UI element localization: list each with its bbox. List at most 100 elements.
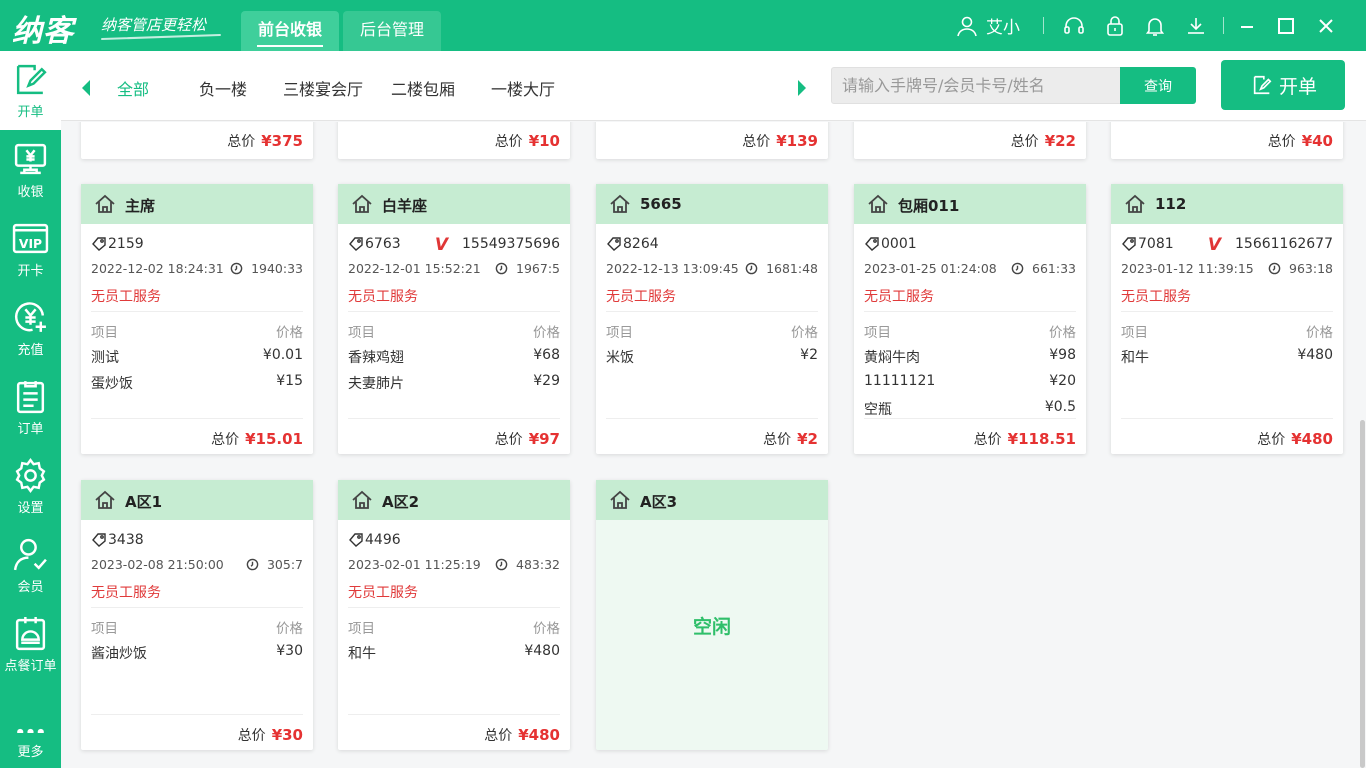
edit-icon <box>16 64 47 95</box>
scroll-left-arrow[interactable] <box>82 80 90 96</box>
divider <box>1223 17 1224 34</box>
staff-status: 无员工服务 <box>91 289 161 305</box>
list-item-price: ¥480 <box>524 643 560 659</box>
sidebar: 开单 收银 VIP 开卡 充值 订单 设置 会员 点餐订单 更多 <box>0 51 61 768</box>
table-name: 5665 <box>640 195 682 213</box>
area-tab-3f-banquet[interactable]: 三楼宴会厅 <box>283 76 363 100</box>
sidebar-item-label: 会员 <box>17 580 44 595</box>
table-card[interactable]: A区2 4496 2023-02-01 11:25:19 483:32 无员工服务 项目 价… <box>338 480 570 750</box>
clock-icon <box>495 558 508 571</box>
table-card[interactable]: 5665 8264 2022-12-13 13:09:45 1681:48 无员工服务项… <box>596 184 828 454</box>
card-header: 包厢011 <box>854 184 1086 224</box>
sidebar-item-orders[interactable]: 订单 <box>0 368 61 447</box>
scrollbar[interactable] <box>1360 420 1365 768</box>
price-column-header: 价格 <box>533 621 560 637</box>
table-card[interactable]: 总价 ¥40 <box>1111 122 1343 159</box>
maximize-icon[interactable] <box>1274 14 1298 38</box>
open-time: 2022-12-13 13:09:45 <box>606 261 739 276</box>
sidebar-item-open-card[interactable]: VIP 开卡 <box>0 210 61 289</box>
area-tab-b1[interactable]: 负一楼 <box>199 76 247 100</box>
list-item-price: ¥0.01 <box>262 347 303 363</box>
staff-status: 无员工服务 <box>348 585 418 601</box>
price-column-header: 价格 <box>276 325 303 341</box>
sidebar-item-recharge[interactable]: 充值 <box>0 289 61 368</box>
sidebar-item-settings[interactable]: 设置 <box>0 447 61 526</box>
total-label: 总价 <box>484 728 513 744</box>
open-order-button[interactable]: 开单 <box>1221 60 1345 110</box>
sidebar-item-label: 充值 <box>17 343 44 358</box>
area-tab-2f-private[interactable]: 二楼包厢 <box>391 76 455 100</box>
divider <box>864 311 1076 312</box>
user-icon[interactable] <box>955 14 979 38</box>
sidebar-item-members[interactable]: 会员 <box>0 526 61 605</box>
total-amount: ¥2 <box>797 430 818 448</box>
sidebar-item-cashier[interactable]: 收银 <box>0 131 61 210</box>
app-logo: 纳客 <box>12 14 74 49</box>
price-column-header: 价格 <box>533 325 560 341</box>
username[interactable]: 艾小 <box>986 13 1020 38</box>
total-amount: ¥97 <box>528 430 560 448</box>
member-phone: 15549375696 <box>462 236 560 252</box>
area-tab-all[interactable]: 全部 <box>117 76 149 100</box>
clock-icon <box>495 262 508 275</box>
search-button[interactable]: 查询 <box>1120 67 1196 104</box>
divider <box>91 714 303 715</box>
clock-icon <box>246 558 259 571</box>
headset-icon[interactable] <box>1062 14 1086 38</box>
total-amount: ¥139 <box>776 132 818 150</box>
area-tab-1f-hall[interactable]: 一楼大厅 <box>491 76 555 100</box>
scroll-right-arrow[interactable] <box>798 80 806 96</box>
table-card[interactable]: 主席 2159 2022-12-02 18:24:31 1940:33 无员工服务 项目 价… <box>81 184 313 454</box>
total-price: 总价 ¥22 <box>1011 131 1076 151</box>
total-label: 总价 <box>494 134 523 150</box>
total-price: 总价 ¥118.51 <box>974 429 1076 449</box>
table-card[interactable]: A区1 3438 2023-02-08 21:50:00 305:7 无员工服务 项目 价格… <box>81 480 313 750</box>
close-icon[interactable] <box>1314 14 1338 38</box>
table-card[interactable]: 包厢011 0001 2023-01-25 01:24:08 661:33 无员工服务项… <box>854 184 1086 454</box>
sidebar-item-more[interactable]: 更多 <box>0 686 61 765</box>
list-item-name: 11111121 <box>864 373 936 389</box>
lock-icon[interactable] <box>1103 14 1127 38</box>
download-icon[interactable] <box>1184 14 1208 38</box>
sidebar-item-dining-orders[interactable]: 点餐订单 <box>0 605 61 684</box>
gear-icon <box>15 458 46 493</box>
list-item-name: 米饭 <box>606 350 634 366</box>
sidebar-item-label: 订单 <box>17 422 44 437</box>
app-slogan: 纳客管店更轻松 <box>101 16 207 34</box>
minimize-icon[interactable] <box>1235 14 1259 38</box>
divider <box>348 418 560 419</box>
total-label: 总价 <box>494 432 523 448</box>
card-header: 主席 <box>81 184 313 224</box>
divider <box>606 311 818 312</box>
total-amount: ¥118.51 <box>1007 430 1076 448</box>
search-input[interactable] <box>831 67 1121 104</box>
divider <box>1121 311 1333 312</box>
svg-text:VIP: VIP <box>19 237 42 251</box>
total-label: 总价 <box>211 432 240 448</box>
open-time: 2023-01-12 11:39:15 <box>1121 261 1254 276</box>
bell-icon[interactable] <box>1143 14 1167 38</box>
table-card[interactable]: 总价 ¥22 <box>854 122 1086 159</box>
divider <box>91 418 303 419</box>
house-icon <box>610 194 630 213</box>
total-amount: ¥22 <box>1044 132 1076 150</box>
table-card[interactable]: A区3 空闲 <box>596 480 828 750</box>
divider <box>348 607 560 608</box>
table-card[interactable]: 总价 ¥375 <box>81 122 313 159</box>
table-card[interactable]: 总价 ¥139 <box>596 122 828 159</box>
total-amount: ¥40 <box>1301 132 1333 150</box>
table-card[interactable]: 总价 ¥10 <box>338 122 570 159</box>
table-card[interactable]: 白羊座 6763 V 15549375696 2022-12-01 15:52:21 19… <box>338 184 570 454</box>
sidebar-item-open-order[interactable]: 开单 <box>0 51 61 130</box>
tab-back-admin[interactable]: 后台管理 <box>343 11 441 51</box>
tag-icon <box>349 533 363 547</box>
price-column-header: 价格 <box>1306 325 1333 341</box>
list-item-price: ¥15 <box>276 373 303 389</box>
card-header: 112 <box>1111 184 1343 224</box>
item-column-header: 项目 <box>348 621 375 637</box>
table-card[interactable]: 112 7081 V 15661162677 2023-01-12 11:39:15 96… <box>1111 184 1343 454</box>
tag-number: 7081 <box>1138 236 1174 252</box>
table-name: 112 <box>1155 195 1187 213</box>
total-price: 总价 ¥2 <box>763 429 818 449</box>
tab-front-cashier[interactable]: 前台收银 <box>241 11 339 51</box>
